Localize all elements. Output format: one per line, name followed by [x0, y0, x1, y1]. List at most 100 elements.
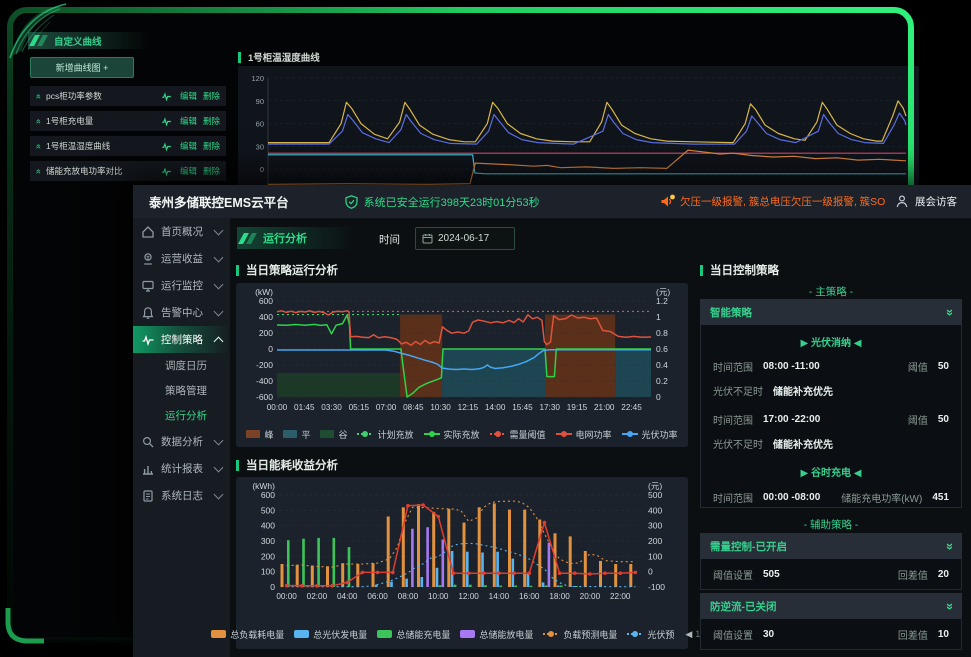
legend-label: 总储能放电量	[479, 628, 533, 641]
add-curve-button[interactable]: 新增曲线图 +	[30, 57, 134, 78]
card-title: 防逆流-已关闭	[710, 599, 945, 614]
chevron-down-icon[interactable]: «	[34, 93, 43, 98]
sidebar-subitem[interactable]: 策略管理	[133, 378, 230, 403]
custom-curve-row: «储能充放电功率对比编辑删除	[30, 161, 226, 181]
date-picker[interactable]: 2024-06-17	[415, 227, 515, 250]
chart-type-icon	[161, 141, 172, 152]
legend-item[interactable]: 谷	[320, 428, 347, 441]
data-icon	[141, 435, 155, 449]
svg-text:0: 0	[260, 165, 264, 174]
svg-text:00:00: 00:00	[276, 592, 297, 601]
chart-type-icon	[161, 166, 172, 177]
energy-chart-card: 60050050040040030030020020010010000-100(…	[236, 477, 688, 649]
smart-strategy-body: ▶ 光伏消纳 ◀ 时间范围 08:00 -11:00 阈值 50 光伏不足时 储…	[700, 325, 962, 508]
legend-item[interactable]: 计划充放	[357, 428, 413, 441]
zone-swatch	[320, 430, 334, 438]
legend-item[interactable]: 光伏功率	[622, 428, 678, 441]
delete-button[interactable]: 删除	[203, 165, 220, 177]
pv-rule-row: 时间范围 08:00 -11:00 阈值 50	[701, 359, 961, 374]
pv-rule-row: 时间范围 17:00 -22:00 阈值 50	[701, 412, 961, 427]
legend-item[interactable]: 电网功率	[556, 428, 612, 441]
sidebar-item-profit[interactable]: 运营收益	[133, 245, 230, 272]
edit-button[interactable]: 编辑	[180, 90, 197, 102]
main-strategy-divider: - 主策略 -	[700, 284, 962, 299]
time-label: 时间	[379, 232, 400, 247]
legend-item[interactable]: 峰	[246, 428, 273, 441]
legend-label: 谷	[338, 428, 347, 441]
chart-type-icon	[161, 91, 172, 102]
pager-prev-icon[interactable]: ◀	[685, 629, 692, 640]
chevron-down-icon[interactable]: «	[34, 168, 43, 173]
tab-run-analysis[interactable]: 运行分析	[237, 227, 355, 249]
sidebar-item-home[interactable]: 首页概况	[133, 218, 230, 245]
legend-item[interactable]: 实际充放	[424, 428, 480, 441]
sidebar-item-data[interactable]: 数据分析	[133, 428, 230, 455]
alarm-marquee[interactable]: 欠压一级报警, 簇总电压欠压一级报警, 簇SO	[660, 194, 888, 209]
legend-item[interactable]: 负载预测电量	[543, 628, 617, 641]
svg-text:-200: -200	[256, 360, 273, 370]
svg-text:400: 400	[259, 312, 273, 322]
tab-label: 运行分析	[263, 230, 307, 246]
smart-strategy-header[interactable]: 智能策略 «	[700, 299, 962, 325]
collapse-icon[interactable]: «	[942, 308, 955, 315]
svg-text:200: 200	[261, 551, 275, 561]
legend-item[interactable]: 总储能放电量	[460, 628, 533, 641]
legend-label: 峰	[264, 428, 273, 441]
svg-text:(kW): (kW)	[255, 287, 273, 297]
edit-button[interactable]: 编辑	[180, 115, 197, 127]
chevron-down-icon[interactable]: «	[34, 143, 43, 148]
sidebar-subitem[interactable]: 调度日历	[133, 353, 230, 378]
demand-control-body: 阈值设置 505 回差值 20	[700, 559, 962, 590]
svg-text:17:30: 17:30	[539, 403, 560, 412]
svg-text:300: 300	[261, 536, 275, 546]
svg-text:20:00: 20:00	[580, 592, 601, 601]
user-info[interactable]: 展会访客	[896, 194, 957, 209]
sidebar-item-log[interactable]: 系统日志	[133, 482, 230, 509]
delete-button[interactable]: 删除	[203, 115, 220, 127]
sidebar-item-strategy[interactable]: 控制策略	[133, 326, 230, 353]
svg-text:05:15: 05:15	[349, 403, 370, 412]
collapse-icon[interactable]: «	[942, 542, 955, 549]
delete-button[interactable]: 删除	[203, 140, 220, 152]
sidebar-item-alarm[interactable]: 告警中心	[133, 299, 230, 326]
svg-text:12:00: 12:00	[458, 592, 479, 601]
legend-label: 总储能充电量	[396, 628, 450, 641]
user-icon	[896, 195, 908, 208]
legend-item[interactable]: 需量阈值	[490, 428, 546, 441]
home-icon	[141, 225, 155, 239]
sidebar-item-label: 告警中心	[161, 305, 215, 320]
sidebar-item-label: 数据分析	[161, 434, 215, 449]
collapse-icon[interactable]: «	[942, 602, 955, 609]
svg-text:08:00: 08:00	[398, 592, 419, 601]
sidebar-item-report[interactable]: 统计报表	[133, 455, 230, 482]
green-bar	[236, 265, 239, 276]
chevron-down-icon[interactable]: «	[34, 118, 43, 123]
demand-control-header[interactable]: 需量控制-已开启 «	[700, 533, 962, 559]
strategy-chart-card: 6004002000-200-400-6001.210.80.60.40.20(…	[236, 283, 688, 447]
legend-item[interactable]: 总负载耗电量	[211, 628, 284, 641]
sidebar-nav: 首页概况运营收益运行监控告警中心控制策略调度日历策略管理运行分析数据分析统计报表…	[133, 218, 230, 657]
sidebar-item-label: 首页概况	[161, 224, 215, 239]
edit-button[interactable]: 编辑	[180, 165, 197, 177]
svg-text:30: 30	[256, 142, 264, 151]
edit-button[interactable]: 编辑	[180, 140, 197, 152]
svg-text:120: 120	[251, 74, 264, 83]
custom-curve-list: «pcs柜功率参数编辑删除«1号柜充电量编辑删除«1号柜温湿度曲线编辑删除«储能…	[30, 86, 226, 186]
svg-text:21:00: 21:00	[594, 403, 615, 412]
sidebar-item-monitor[interactable]: 运行监控	[133, 272, 230, 299]
svg-text:0: 0	[656, 392, 661, 402]
anti-backflow-header[interactable]: 防逆流-已关闭 «	[700, 593, 962, 619]
legend-label: 平	[301, 428, 310, 441]
legend-item[interactable]: 总储能充电量	[377, 628, 450, 641]
legend-item[interactable]: 总光伏发电量	[294, 628, 367, 641]
sidebar-item-label: 控制策略	[161, 332, 215, 347]
delete-button[interactable]: 删除	[203, 90, 220, 102]
card-title: 需量控制-已开启	[710, 539, 945, 554]
legend-item[interactable]: 平	[283, 428, 310, 441]
alarm-text[interactable]: 欠压一级报警, 簇总电压欠压一级报警, 簇SO	[680, 194, 888, 209]
sidebar-item-label: 运行监控	[161, 278, 215, 293]
svg-text:14:00: 14:00	[489, 592, 510, 601]
sidebar-subitem[interactable]: 运行分析	[133, 403, 230, 428]
legend-label: 光伏预	[647, 628, 674, 641]
legend-item[interactable]: 光伏预	[627, 628, 674, 641]
